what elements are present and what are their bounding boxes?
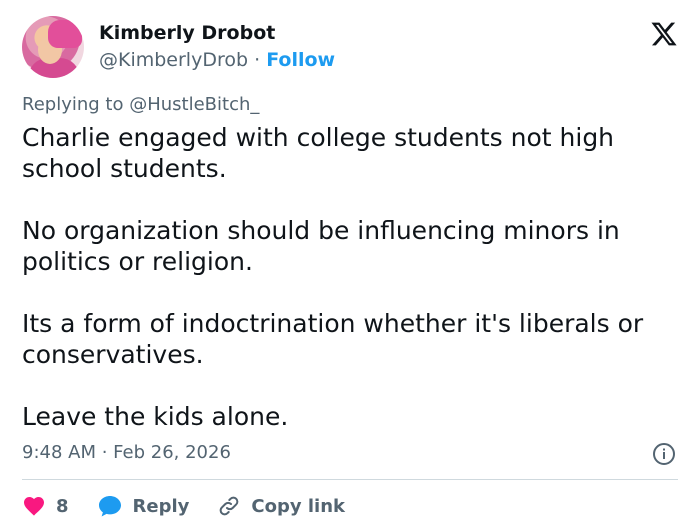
heart-icon bbox=[24, 497, 44, 516]
avatar[interactable] bbox=[22, 16, 84, 78]
tweet-text: Charlie engaged with college students no… bbox=[22, 122, 672, 432]
replying-to: Replying to @HustleBitch_ bbox=[22, 94, 259, 116]
reply-label: Reply bbox=[132, 495, 190, 517]
tweet-actions: 8 Reply Copy link bbox=[22, 490, 678, 522]
tweet-timestamp[interactable]: 9:48 AM · Feb 26, 2026 bbox=[22, 441, 231, 465]
author-handle[interactable]: @KimberlyDrob bbox=[99, 49, 248, 71]
tweet-header: Kimberly Drobot @KimberlyDrob · Follow bbox=[22, 16, 678, 78]
like-button[interactable]: 8 bbox=[22, 494, 69, 518]
info-icon[interactable] bbox=[652, 442, 676, 466]
author-handle-line: @KimberlyDrob · Follow bbox=[99, 48, 335, 72]
reply-mention-link[interactable]: @HustleBitch_ bbox=[129, 94, 259, 115]
reply-bubble-icon bbox=[98, 496, 121, 517]
tweet-paragraph: No organization should be influencing mi… bbox=[22, 216, 620, 276]
handle-separator: · bbox=[254, 49, 261, 71]
like-count: 8 bbox=[56, 495, 69, 517]
replying-prefix: Replying to bbox=[22, 94, 124, 115]
x-logo-icon[interactable] bbox=[650, 20, 678, 48]
follow-button[interactable]: Follow bbox=[266, 49, 335, 71]
tweet-card: Kimberly Drobot @KimberlyDrob · Follow R… bbox=[0, 0, 700, 532]
tweet-paragraph: Its a form of indoctrination whether it'… bbox=[22, 309, 644, 369]
tweet-paragraph: Charlie engaged with college students no… bbox=[22, 123, 615, 183]
link-icon bbox=[220, 496, 239, 516]
avatar-hat bbox=[48, 20, 82, 48]
copy-link-label: Copy link bbox=[251, 495, 345, 517]
divider bbox=[22, 479, 678, 480]
author-name[interactable]: Kimberly Drobot bbox=[99, 21, 275, 45]
reply-button[interactable]: Reply bbox=[97, 494, 190, 518]
copy-link-button[interactable]: Copy link bbox=[217, 494, 345, 518]
tweet-paragraph: Leave the kids alone. bbox=[22, 402, 289, 431]
